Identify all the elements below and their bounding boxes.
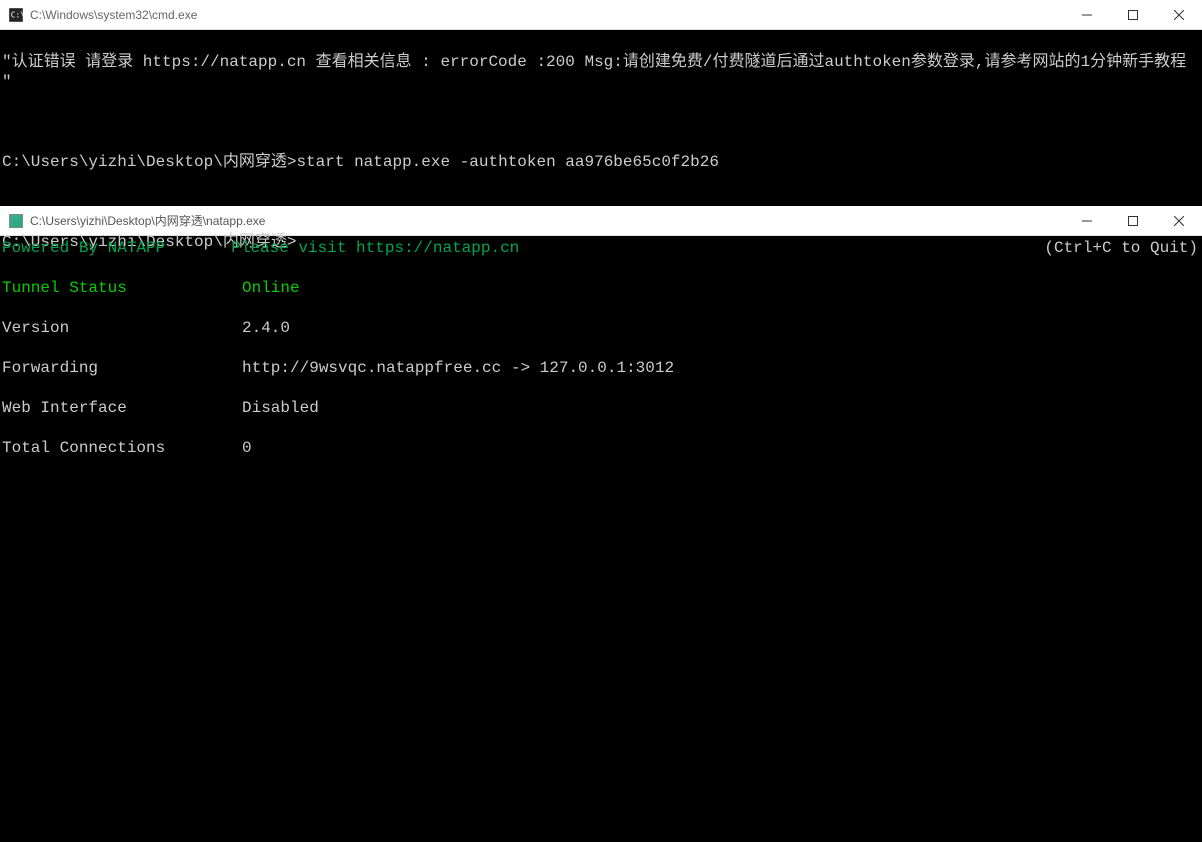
cmd-window-titlebar[interactable]: C:\ C:\Windows\system32\cmd.exe	[0, 0, 1202, 30]
forwarding-label: Forwarding	[2, 358, 242, 378]
close-button[interactable]	[1156, 0, 1202, 29]
natapp-row-total-connections: Total Connections 0	[2, 438, 1200, 458]
natapp-window-controls	[1064, 206, 1202, 235]
version-label: Version	[2, 318, 242, 338]
web-interface-value: Disabled	[242, 398, 319, 418]
maximize-button[interactable]	[1110, 206, 1156, 235]
svg-text:C:\: C:\	[11, 10, 23, 19]
cmd-prompt-1: C:\Users\yizhi\Desktop\内网穿透>	[2, 153, 296, 171]
natapp-quit-hint: (Ctrl+C to Quit)	[1044, 238, 1198, 258]
natapp-visit-text: Please visit https://natapp.cn	[231, 238, 519, 258]
natapp-row-tunnel-status: Tunnel Status Online	[2, 278, 1200, 298]
total-connections-value: 0	[242, 438, 252, 458]
natapp-powered-by: Powered By NATAPP	[2, 238, 165, 258]
total-connections-label: Total Connections	[2, 438, 242, 458]
maximize-button[interactable]	[1110, 0, 1156, 29]
natapp-row-web-interface: Web Interface Disabled	[2, 398, 1200, 418]
cmd-error-line: "认证错误 请登录 https://natapp.cn 查看相关信息 : err…	[2, 52, 1200, 92]
cmd-window-title: C:\Windows\system32\cmd.exe	[30, 8, 1064, 22]
natapp-terminal-body[interactable]: Powered By NATAPP Please visit https://n…	[0, 236, 1202, 842]
minimize-button[interactable]	[1064, 206, 1110, 235]
tunnel-status-label: Tunnel Status	[2, 278, 242, 298]
version-value: 2.4.0	[242, 318, 290, 338]
cmd-terminal-body[interactable]: "认证错误 请登录 https://natapp.cn 查看相关信息 : err…	[0, 30, 1202, 206]
close-button[interactable]	[1156, 206, 1202, 235]
minimize-button[interactable]	[1064, 0, 1110, 29]
natapp-app-icon	[8, 213, 24, 229]
cmd-line-1: C:\Users\yizhi\Desktop\内网穿透>start natapp…	[2, 152, 1200, 172]
cmd-window-controls	[1064, 0, 1202, 29]
cmd-command-1: start natapp.exe -authtoken aa976be65c0f…	[296, 153, 718, 171]
tunnel-status-value: Online	[242, 278, 300, 298]
natapp-window: C:\Users\yizhi\Desktop\内网穿透\natapp.exe P…	[0, 206, 1202, 842]
natapp-row-forwarding: Forwarding http://9wsvqc.natappfree.cc -…	[2, 358, 1200, 378]
forwarding-value: http://9wsvqc.natappfree.cc -> 127.0.0.1…	[242, 358, 674, 378]
natapp-window-title: C:\Users\yizhi\Desktop\内网穿透\natapp.exe	[30, 212, 1064, 229]
cmd-icon: C:\	[8, 7, 24, 23]
natapp-row-version: Version 2.4.0	[2, 318, 1200, 338]
web-interface-label: Web Interface	[2, 398, 242, 418]
